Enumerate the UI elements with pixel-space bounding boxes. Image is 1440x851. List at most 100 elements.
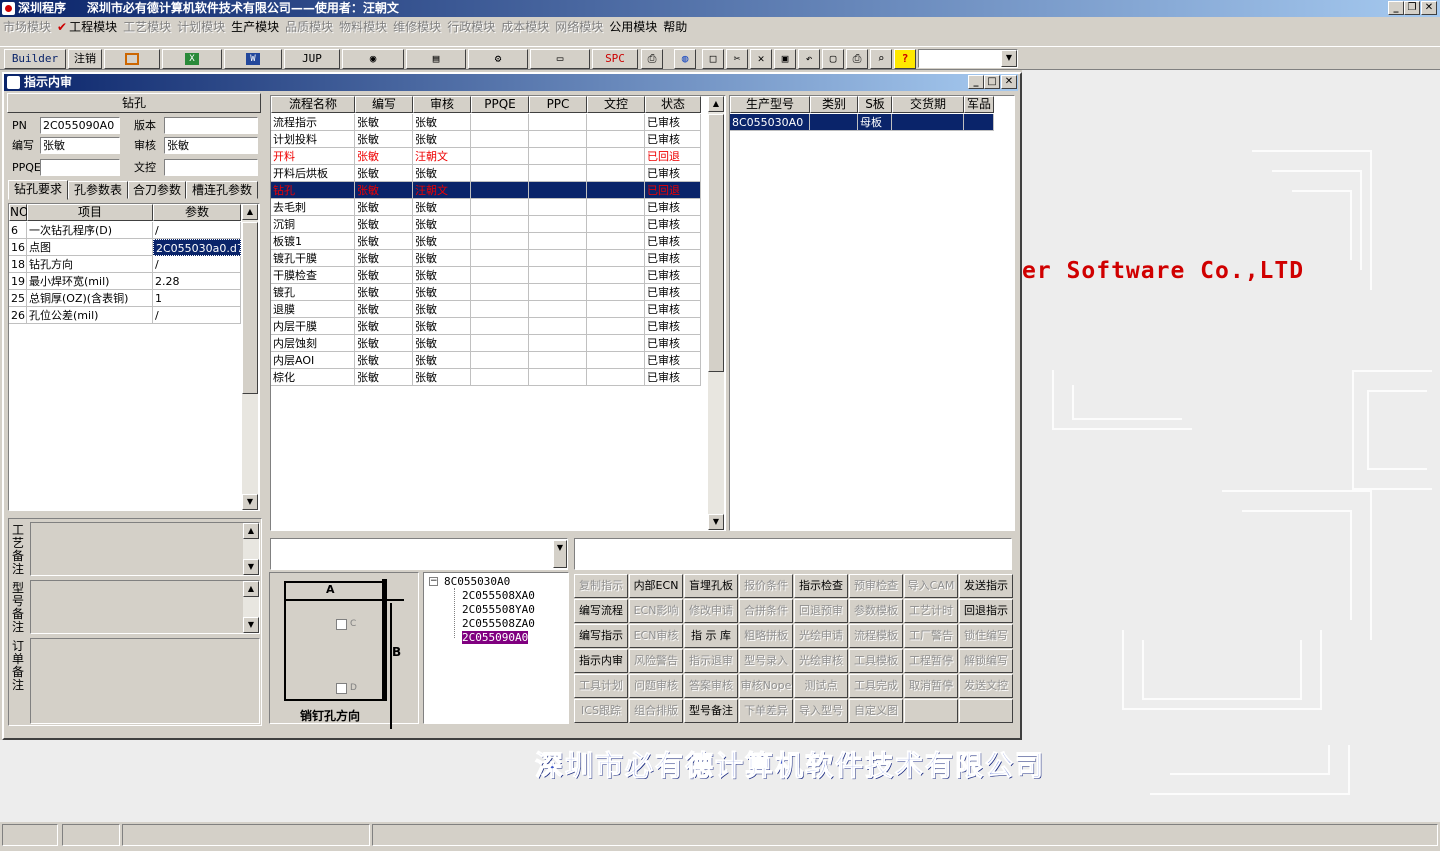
action-button[interactable]: 指示检查	[794, 574, 848, 598]
action-button[interactable]: 工具模板	[849, 649, 903, 673]
scroll-down-icon[interactable]: ▼	[242, 494, 258, 510]
tree-root[interactable]: 8C055030A0	[444, 575, 510, 588]
action-button[interactable]: 报价条件	[739, 574, 793, 598]
menu-item-6[interactable]: 物料模块	[336, 17, 390, 37]
network-icon[interactable]: ⚙	[468, 49, 528, 69]
param-row[interactable]: 16点图2C055030a0.d7-8	[9, 239, 241, 256]
action-button[interactable]: 盲埋孔板	[684, 574, 738, 598]
action-button[interactable]: 工具完成	[849, 674, 903, 698]
tree-item[interactable]: 2C055508ZA0	[462, 617, 535, 630]
tab-1[interactable]: 孔参数表	[68, 181, 128, 199]
pn-field[interactable]: 2C055090A0	[40, 117, 120, 134]
param-value[interactable]: 1	[153, 290, 241, 307]
new-icon[interactable]: □	[702, 49, 724, 69]
scroll-thumb[interactable]	[708, 114, 724, 372]
menu-item-1[interactable]: ✔ 工程模块	[54, 17, 120, 37]
param-value[interactable]: /	[153, 307, 241, 324]
flow-row[interactable]: 板镀1 张敏 张敏 已审核	[271, 233, 701, 250]
flow-row[interactable]: 计划投料 张敏 张敏 已审核	[271, 131, 701, 148]
flow-scrollbar[interactable]: ▲ ▼	[708, 96, 724, 530]
menu-item-7[interactable]: 维修模块	[390, 17, 444, 37]
save-icon[interactable]: ▣	[774, 49, 796, 69]
action-button[interactable]: 复制指示	[574, 574, 628, 598]
close-button[interactable]: ✕	[1421, 1, 1437, 15]
chevron-down-icon[interactable]: ▼	[553, 540, 567, 568]
ppqe-field[interactable]	[40, 159, 120, 176]
action-button[interactable]: 自定义图	[849, 699, 903, 723]
flow-row[interactable]: 干膜检查 张敏 张敏 已审核	[271, 267, 701, 284]
scroll-up-icon[interactable]: ▲	[242, 204, 258, 220]
param-scrollbar[interactable]: ▲ ▼	[242, 204, 258, 510]
action-button[interactable]: 编写流程	[574, 599, 628, 623]
tree-collapse-icon[interactable]: −	[429, 577, 438, 586]
jup-button[interactable]: JUP	[284, 49, 340, 69]
window-maximize-button[interactable]: □	[984, 75, 1000, 89]
action-button[interactable]: ECN影响	[629, 599, 683, 623]
param-value[interactable]: /	[153, 222, 241, 239]
checkbox-d[interactable]	[336, 683, 347, 694]
param-row[interactable]: 18 钻孔方向 /	[9, 256, 241, 273]
action-button[interactable]	[959, 699, 1013, 723]
action-button[interactable]: ECN审核	[629, 624, 683, 648]
product-header-date[interactable]: 交货期	[892, 96, 964, 113]
help-icon[interactable]: ?	[894, 49, 916, 69]
computer-icon[interactable]: ▭	[530, 49, 590, 69]
flow-row[interactable]: 镀孔 张敏 张敏 已审核	[271, 284, 701, 301]
review-field[interactable]: 张敏	[164, 137, 258, 154]
flow-row[interactable]: 开料 张敏 汪朝文 已回退	[271, 148, 701, 165]
menu-item-9[interactable]: 成本模块	[498, 17, 552, 37]
flow-row[interactable]: 开料后烘板 张敏 张敏 已审核	[271, 165, 701, 182]
flow-row[interactable]: 内层干膜 张敏 张敏 已审核	[271, 318, 701, 335]
flow-row[interactable]: 流程指示 张敏 张敏 已审核	[271, 114, 701, 131]
action-button[interactable]: 型号备注	[684, 699, 738, 723]
menu-item-2[interactable]: 工艺模块	[120, 17, 174, 37]
flow-header-status[interactable]: 状态	[645, 96, 701, 113]
flow-header-name[interactable]: 流程名称	[271, 96, 355, 113]
product-header-s[interactable]: S板	[858, 96, 892, 113]
find-icon[interactable]: ⌕	[870, 49, 892, 69]
action-button[interactable]: 工厂警告	[904, 624, 958, 648]
spc-button[interactable]: SPC	[592, 49, 638, 69]
action-button[interactable]: 指 示 库	[684, 624, 738, 648]
menu-item-11[interactable]: 公用模块	[606, 17, 660, 37]
action-button[interactable]: 锁住编写	[959, 624, 1013, 648]
action-button[interactable]: 审核Nope	[739, 674, 793, 698]
word-icon[interactable]: W	[224, 49, 282, 69]
action-button[interactable]: 光绘申请	[794, 624, 848, 648]
action-button[interactable]: 导入CAM	[904, 574, 958, 598]
flow-row[interactable]: 沉铜 张敏 张敏 已审核	[271, 216, 701, 233]
action-button[interactable]: 预审检查	[849, 574, 903, 598]
product-row[interactable]: 8C055030A0 母板	[730, 114, 994, 131]
flow-row[interactable]: 内层AOI 张敏 张敏 已审核	[271, 352, 701, 369]
chevron-down-icon[interactable]: ▼	[1001, 50, 1017, 67]
param-value[interactable]: 2.28	[153, 273, 241, 290]
print-icon[interactable]: ⎙	[846, 49, 868, 69]
flow-header-review[interactable]: 审核	[413, 96, 471, 113]
action-button[interactable]: 修改申请	[684, 599, 738, 623]
param-row[interactable]: 26 孔位公差(mil) /	[9, 307, 241, 324]
param-value[interactable]: 2C055030a0.d7-8	[153, 239, 241, 256]
action-button[interactable]: 问题审核	[629, 674, 683, 698]
action-button[interactable]: 光绘审核	[794, 649, 848, 673]
action-button[interactable]: 答案审核	[684, 674, 738, 698]
tree-item[interactable]: 2C055508YA0	[462, 603, 535, 616]
action-button[interactable]: 工程暂停	[904, 649, 958, 673]
param-value[interactable]: /	[153, 256, 241, 273]
action-button[interactable]: 流程模板	[849, 624, 903, 648]
window-close-button[interactable]: ✕	[1001, 75, 1017, 89]
product-header-type[interactable]: 类别	[810, 96, 858, 113]
tab-0[interactable]: 钻孔要求	[8, 180, 68, 200]
scroll-down-icon[interactable]: ▼	[708, 514, 724, 530]
tree-item[interactable]: 2C055090A0	[462, 631, 529, 644]
action-button[interactable]: 指示内审	[574, 649, 628, 673]
flow-row[interactable]: 去毛刺 张敏 张敏 已审核	[271, 199, 701, 216]
action-button[interactable]: 回退指示	[959, 599, 1013, 623]
menu-item-12[interactable]: 帮助	[660, 17, 690, 37]
checkbox-c[interactable]	[336, 619, 347, 630]
param-row[interactable]: 6 一次钻孔程序(D) /	[9, 222, 241, 239]
undo-icon[interactable]: ↶	[798, 49, 820, 69]
restore-button[interactable]: ❐	[1404, 1, 1420, 15]
tab-2[interactable]: 合刀参数	[128, 181, 186, 199]
version-field[interactable]	[164, 117, 258, 134]
action-button[interactable]: 取消暂停	[904, 674, 958, 698]
